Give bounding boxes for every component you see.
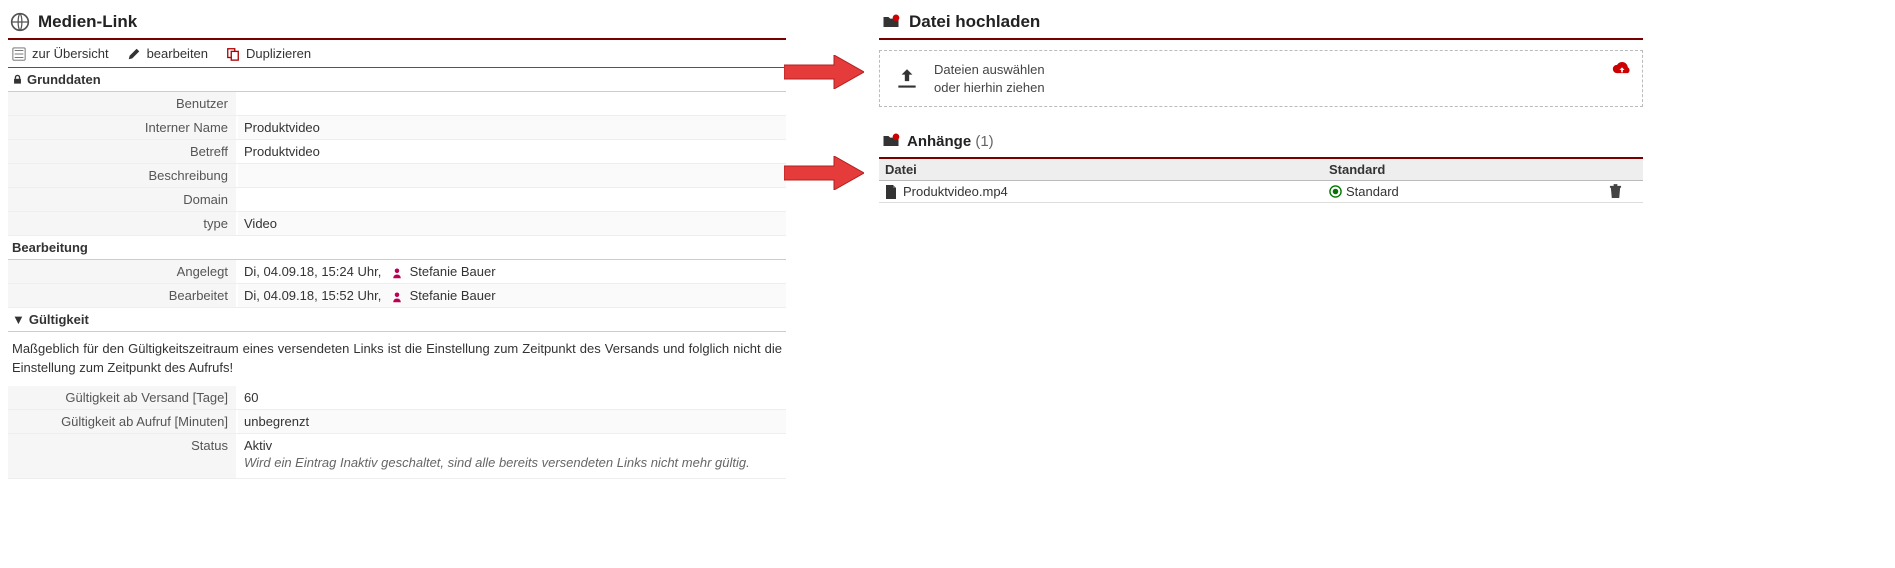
value-domain (238, 188, 786, 211)
upload-icon (894, 66, 920, 92)
row-bearbeitet: Bearbeitet Di, 04.09.18, 15:52 Uhr, Stef… (8, 284, 786, 308)
label-domain: Domain (8, 188, 238, 211)
row-beschreibung: Beschreibung (8, 164, 786, 188)
upload-panel-header: Datei hochladen (879, 8, 1643, 40)
gueltigkeit-info: Maßgeblich für den Gültigkeitszeitraum e… (8, 332, 786, 386)
label-betreff: Betreff (8, 140, 238, 163)
standard-label: Standard (1346, 184, 1399, 199)
label-beschreibung: Beschreibung (8, 164, 238, 187)
value-aufruf: unbegrenzt (238, 410, 786, 433)
value-benutzer (238, 92, 786, 115)
trash-icon[interactable] (1609, 184, 1637, 199)
col-standard[interactable]: Standard (1323, 159, 1603, 181)
list-icon (12, 47, 26, 61)
folder-upload-icon (881, 12, 901, 32)
label-aufruf: Gültigkeit ab Aufruf [Minuten] (8, 410, 238, 433)
arrow-icon (784, 156, 864, 190)
value-status: Aktiv Wird ein Eintrag Inaktiv geschalte… (238, 434, 786, 478)
section-gueltigkeit[interactable]: ▼ Gültigkeit (8, 308, 786, 332)
label-versand: Gültigkeit ab Versand [Tage] (8, 386, 238, 409)
label-interner-name: Interner Name (8, 116, 238, 139)
annotation-arrows (786, 0, 871, 479)
value-type: Video (238, 212, 786, 235)
row-status: Status Aktiv Wird ein Eintrag Inaktiv ge… (8, 434, 786, 479)
overview-label: zur Übersicht (32, 46, 109, 61)
toolbar: zur Übersicht bearbeiten Duplizieren (8, 40, 786, 68)
col-actions (1603, 159, 1643, 181)
folder-attach-icon (881, 131, 901, 151)
pencil-icon (127, 47, 141, 61)
row-angelegt: Angelegt Di, 04.09.18, 15:24 Uhr, Stefan… (8, 260, 786, 284)
label-status: Status (8, 434, 238, 478)
edit-button[interactable]: bearbeiten (127, 46, 208, 61)
radio-selected-icon[interactable] (1329, 185, 1342, 198)
value-angelegt: Di, 04.09.18, 15:24 Uhr, Stefanie Bauer (238, 260, 786, 283)
section-gueltigkeit-label: Gültigkeit (29, 312, 89, 327)
row-domain: Domain (8, 188, 786, 212)
upload-title: Datei hochladen (909, 12, 1040, 32)
file-icon (885, 185, 897, 199)
section-grunddaten-label: Grunddaten (27, 72, 101, 87)
value-versand: 60 (238, 386, 786, 409)
label-benutzer: Benutzer (8, 92, 238, 115)
caret-down-icon: ▼ (12, 312, 25, 327)
duplicate-label: Duplizieren (246, 46, 311, 61)
row-betreff: Betreff Produktvideo (8, 140, 786, 164)
cloud-upload-icon[interactable] (1612, 61, 1632, 77)
table-row[interactable]: Produktvideo.mp4 Standard (879, 181, 1643, 203)
upload-dropzone[interactable]: Dateien auswählen oder hierhin ziehen (879, 50, 1643, 107)
section-bearbeitung-label: Bearbeitung (12, 240, 88, 255)
user-icon (391, 267, 403, 279)
value-betreff: Produktvideo (238, 140, 786, 163)
attachments-table: Datei Standard Produktvideo.mp4 (879, 159, 1643, 203)
row-interner-name: Interner Name Produktvideo (8, 116, 786, 140)
label-type: type (8, 212, 238, 235)
duplicate-button[interactable]: Duplizieren (226, 46, 311, 61)
row-aufruf: Gültigkeit ab Aufruf [Minuten] unbegrenz… (8, 410, 786, 434)
file-name: Produktvideo.mp4 (903, 184, 1008, 199)
value-interner-name: Produktvideo (238, 116, 786, 139)
globe-icon (10, 12, 30, 32)
attachments-title: Anhänge (1) (907, 133, 994, 150)
user-icon (391, 291, 403, 303)
label-angelegt: Angelegt (8, 260, 238, 283)
section-grunddaten[interactable]: Grunddaten (8, 68, 786, 92)
copy-icon (226, 47, 240, 61)
section-bearbeitung: Bearbeitung (8, 236, 786, 260)
status-note: Wird ein Eintrag Inaktiv geschaltet, sin… (244, 453, 780, 474)
left-panel-header: Medien-Link (8, 8, 786, 40)
edit-label: bearbeiten (147, 46, 208, 61)
lock-icon (12, 74, 23, 85)
row-benutzer: Benutzer (8, 92, 786, 116)
value-beschreibung (238, 164, 786, 187)
arrow-icon (784, 55, 864, 89)
upload-text: Dateien auswählen oder hierhin ziehen (934, 61, 1045, 96)
overview-button[interactable]: zur Übersicht (12, 46, 109, 61)
attachments-header: Anhänge (1) (879, 121, 1643, 159)
col-file[interactable]: Datei (879, 159, 1323, 181)
row-type: type Video (8, 212, 786, 236)
row-versand: Gültigkeit ab Versand [Tage] 60 (8, 386, 786, 410)
attachments-count: (1) (975, 133, 993, 150)
page-title: Medien-Link (38, 12, 137, 32)
value-bearbeitet: Di, 04.09.18, 15:52 Uhr, Stefanie Bauer (238, 284, 786, 307)
label-bearbeitet: Bearbeitet (8, 284, 238, 307)
